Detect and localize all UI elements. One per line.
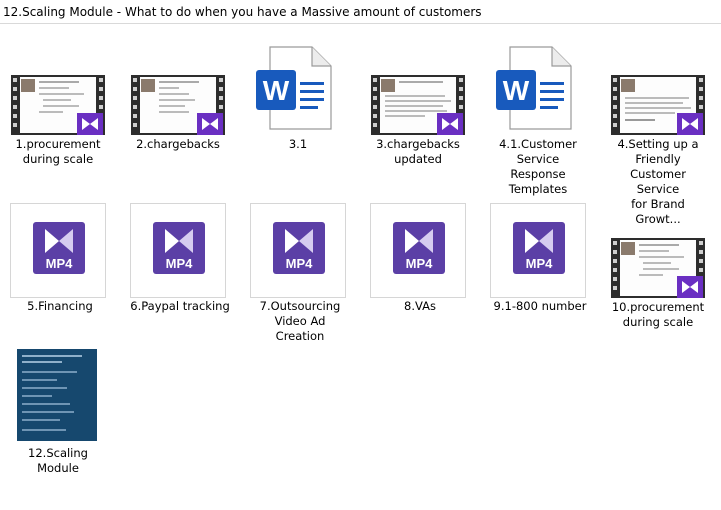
mp4-thumbnail-frame: MP4 (250, 203, 346, 298)
video-thumbnail-icon (11, 75, 105, 135)
mp4-file-icon: MP4 (273, 222, 325, 274)
window-title-bar: 12.Scaling Module - What to do when you … (0, 0, 721, 24)
document-thumbnail-icon[interactable] (17, 349, 97, 441)
svg-text:MP4: MP4 (46, 256, 74, 271)
video-thumbnail-icon (131, 75, 225, 135)
svg-text:MP4: MP4 (406, 256, 434, 271)
svg-text:MP4: MP4 (526, 256, 554, 271)
file-name: 6.Paypal tracking (130, 299, 230, 313)
file-name: 3.chargebacks updated (376, 137, 460, 166)
window-title: 12.Scaling Module - What to do when you … (3, 5, 482, 19)
mp4-file-icon: MP4 (393, 222, 445, 274)
file-name: 4.Setting up a Friendly Customer Service… (617, 137, 699, 226)
file-name: 2.chargebacks (136, 137, 220, 151)
video-thumbnail-icon (611, 238, 705, 298)
mp4-thumbnail-frame: MP4 (490, 203, 586, 298)
mp4-thumbnail-frame: MP4 (370, 203, 466, 298)
svg-text:W: W (503, 75, 530, 106)
svg-text:MP4: MP4 (286, 256, 314, 271)
word-document-icon: W (496, 46, 572, 130)
file-name: 10.procurement during scale (611, 300, 705, 329)
svg-text:MP4: MP4 (166, 256, 194, 271)
file-name: 8.VAs (404, 299, 436, 313)
mp4-file-icon: MP4 (153, 222, 205, 274)
file-name: 1.procurement during scale (15, 137, 101, 166)
file-name: 9.1-800 number (493, 299, 587, 313)
mp4-file-icon: MP4 (33, 222, 85, 274)
file-name: 7.Outsourcing Video Ad Creation (259, 299, 341, 343)
video-thumbnail-icon (371, 75, 465, 135)
word-document-icon: W (256, 46, 332, 130)
file-name: 3.1 (288, 137, 308, 151)
file-name: 12.Scaling Module (28, 446, 88, 475)
mp4-file-icon: MP4 (513, 222, 565, 274)
video-thumbnail-icon (611, 75, 705, 135)
file-name: 4.1.Customer Service Response Templates (499, 137, 577, 196)
mp4-thumbnail-frame: MP4 (130, 203, 226, 298)
file-name: 5.Financing (27, 299, 93, 313)
svg-text:W: W (263, 75, 290, 106)
mp4-thumbnail-frame: MP4 (10, 203, 106, 298)
